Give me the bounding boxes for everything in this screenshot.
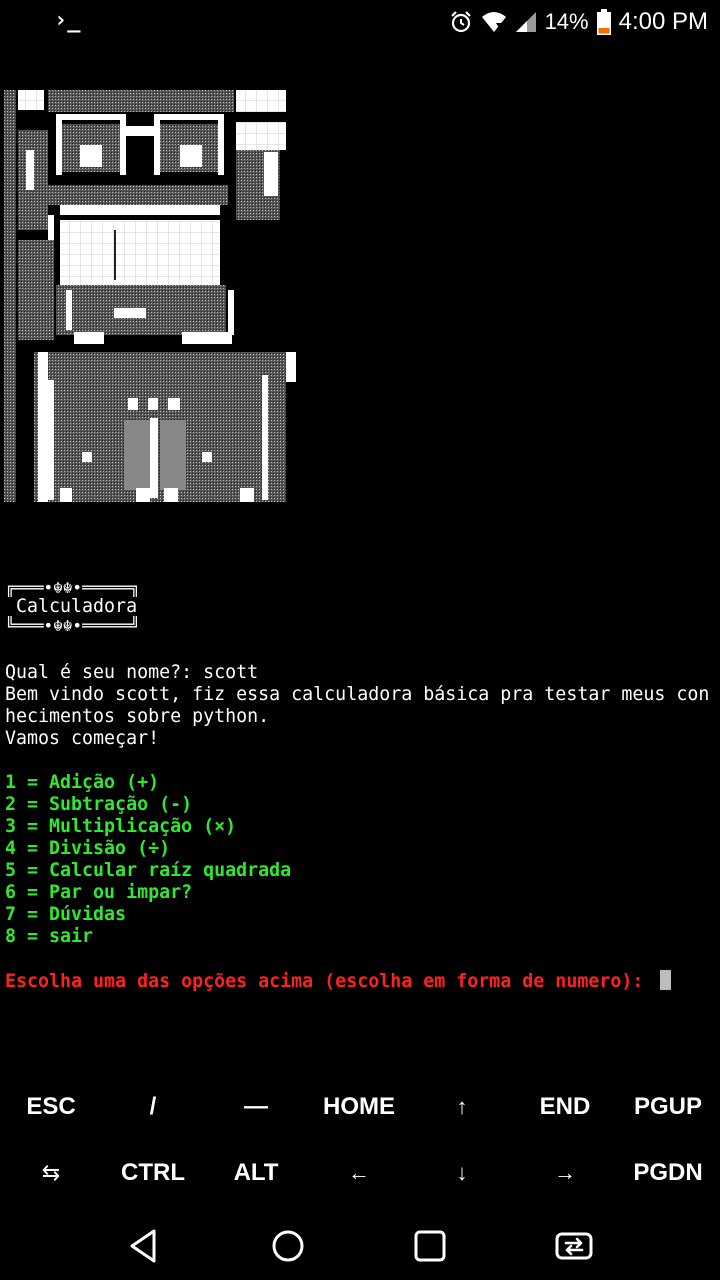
- terminal-icon: ›_: [54, 8, 81, 33]
- battery-icon: [596, 9, 611, 35]
- slash-key[interactable]: /: [102, 1082, 204, 1132]
- menu-option-2: 2 = Subtração (-): [5, 794, 193, 815]
- recents-icon[interactable]: [406, 1222, 454, 1270]
- menu-option-3: 3 = Multiplicação (×): [5, 816, 237, 837]
- wifi-icon: [481, 12, 506, 32]
- home-icon[interactable]: [264, 1222, 312, 1270]
- alarm-icon: [450, 11, 471, 33]
- menu-option-8: 8 = sair: [5, 926, 94, 947]
- input-prompt-line[interactable]: Escolha uma das opções acima (escolha em…: [5, 970, 672, 993]
- welcome-line-1: Bem vindo scott, fiz essa calculadora bá…: [5, 684, 710, 705]
- menu-option-1: 1 = Adição (+): [5, 772, 160, 793]
- pgup-key[interactable]: PGUP: [617, 1082, 719, 1132]
- dash-key[interactable]: —: [205, 1082, 307, 1132]
- start-line: Vamos começar!: [5, 728, 160, 749]
- alt-key[interactable]: ALT: [205, 1148, 307, 1198]
- banner-bottom: ╚═══•☬☬•═════╝: [5, 616, 140, 635]
- arrow-right-key[interactable]: →: [514, 1148, 616, 1198]
- ascii-art-image: [4, 90, 296, 510]
- input-prompt-text: Escolha uma das opções acima (escolha em…: [5, 971, 655, 992]
- arrow-left-key[interactable]: ←: [308, 1148, 410, 1198]
- menu-option-4: 4 = Divisão (÷): [5, 838, 171, 859]
- menu-option-5: 5 = Calcular raíz quadrada: [5, 860, 292, 881]
- home-key[interactable]: HOME: [308, 1082, 410, 1132]
- menu-option-7: 7 = Dúvidas: [5, 904, 127, 925]
- ctrl-key[interactable]: CTRL: [102, 1148, 204, 1198]
- esc-key[interactable]: ESC: [0, 1082, 102, 1132]
- status-bar: ›_ 14% 4:00 PM: [0, 0, 720, 44]
- cell-signal-icon: [515, 12, 536, 32]
- name-prompt-line: Qual é seu nome?: scott: [5, 662, 259, 683]
- tab-key[interactable]: ⇆: [0, 1148, 102, 1198]
- text-cursor[interactable]: [660, 970, 672, 990]
- navigation-bar: [0, 1208, 720, 1280]
- arrow-down-key[interactable]: ↓: [411, 1148, 513, 1198]
- switch-app-icon[interactable]: [550, 1222, 598, 1270]
- welcome-line-2: hecimentos sobre python.: [5, 706, 270, 727]
- extra-keys-row-1: ESC / — HOME ↑ END PGUP: [0, 1082, 720, 1132]
- end-key[interactable]: END: [514, 1082, 616, 1132]
- menu-option-6: 6 = Par ou impar?: [5, 882, 193, 903]
- arrow-up-key[interactable]: ↑: [411, 1082, 513, 1132]
- extra-keys-row-2: ⇆ CTRL ALT ← ↓ → PGDN: [0, 1148, 720, 1198]
- back-icon[interactable]: [120, 1222, 168, 1270]
- battery-percent: 14%: [544, 9, 589, 34]
- pgdn-key[interactable]: PGDN: [617, 1148, 719, 1198]
- status-icons: 14% 4:00 PM: [449, 6, 708, 38]
- clock: 4:00 PM: [618, 8, 708, 35]
